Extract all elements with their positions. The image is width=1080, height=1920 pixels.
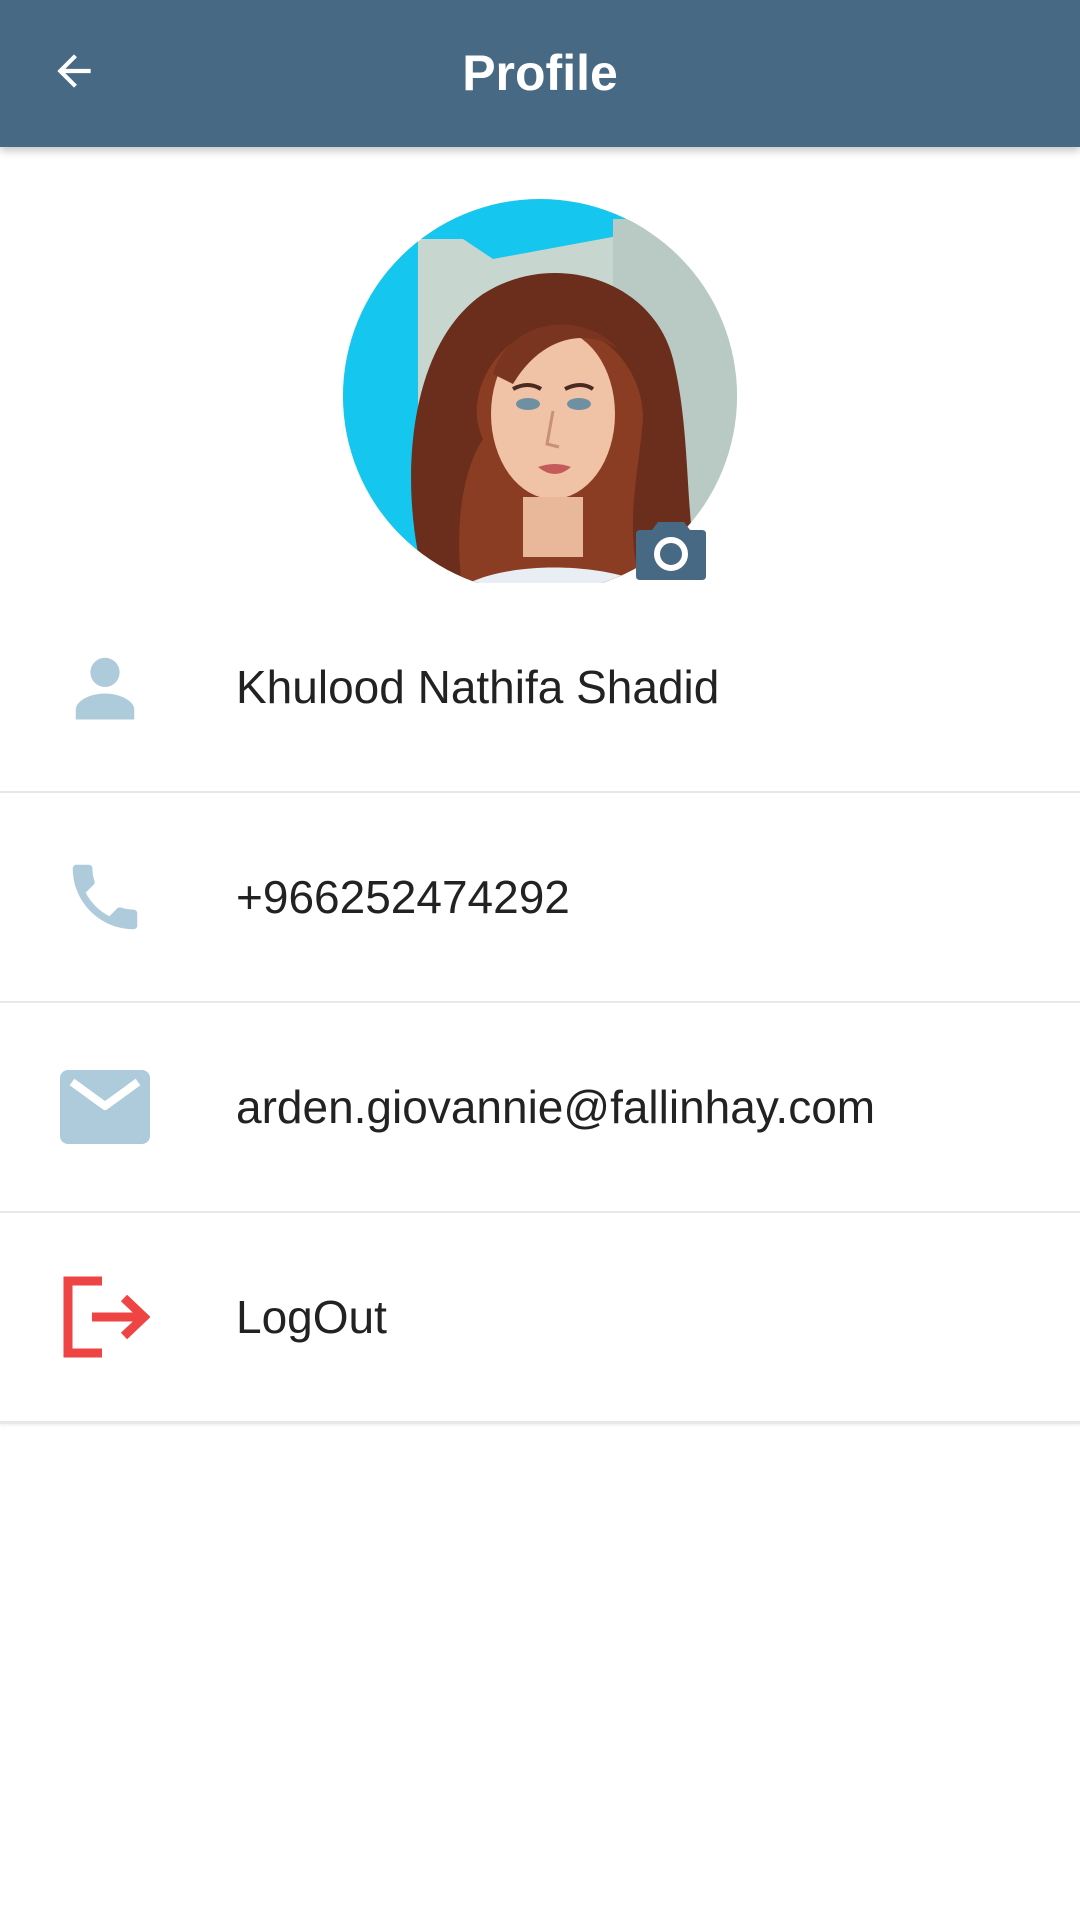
profile-screen: Profile Khulood Nathifa Shadid +96625247… [0, 0, 1080, 1920]
back-button[interactable] [26, 26, 121, 121]
profile-name-row[interactable]: Khulood Nathifa Shadid [0, 583, 1080, 794]
change-photo-button[interactable] [636, 518, 706, 580]
profile-email-row[interactable]: arden.giovannie@fallinhay.com [0, 1003, 1080, 1214]
person-icon [55, 643, 155, 731]
profile-name-text: Khulood Nathifa Shadid [236, 661, 720, 713]
profile-email-text: arden.giovannie@fallinhay.com [236, 1081, 876, 1133]
profile-phone-text: +966252474292 [236, 871, 570, 923]
page-title: Profile [462, 45, 618, 101]
phone-icon [55, 853, 155, 941]
logout-icon [55, 1273, 155, 1361]
mail-icon [55, 1063, 155, 1151]
avatar-container [343, 199, 737, 593]
arrow-left-icon [49, 46, 99, 101]
app-bar: Profile [0, 0, 1080, 147]
logout-row[interactable]: LogOut [0, 1213, 1080, 1424]
profile-phone-row[interactable]: +966252474292 [0, 793, 1080, 1004]
camera-icon [636, 522, 706, 584]
logout-label: LogOut [236, 1291, 387, 1343]
